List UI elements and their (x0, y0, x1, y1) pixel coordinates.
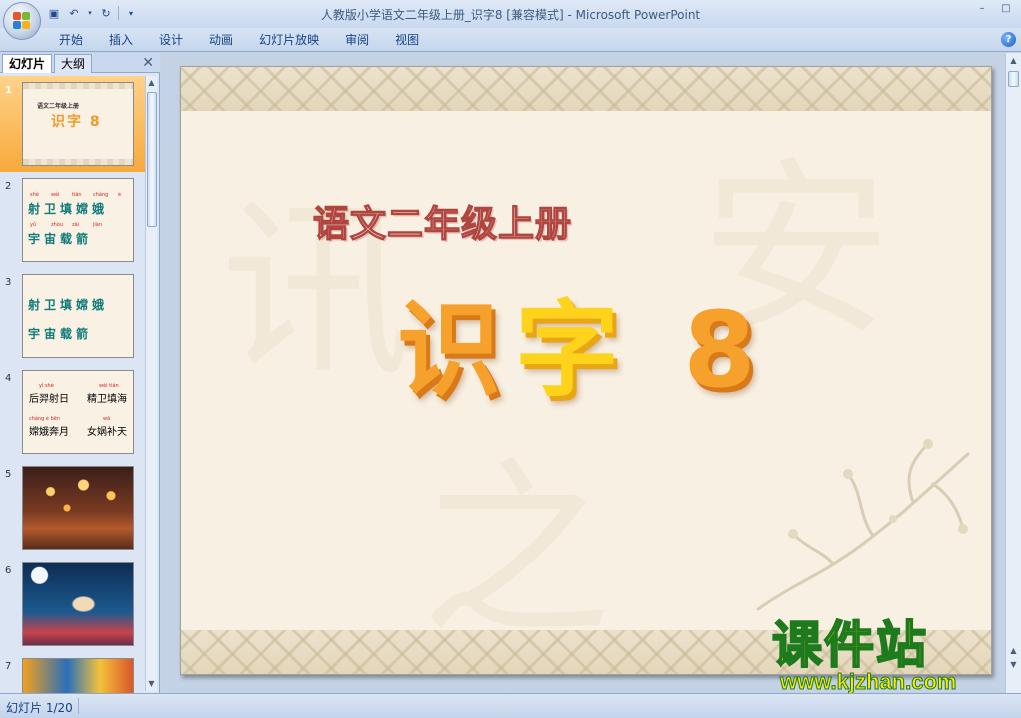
pinyin-label: zhòu (51, 222, 64, 228)
slide-number: 7 (5, 661, 12, 672)
pinyin-label: wā (103, 416, 111, 422)
plum-branch-decoration (756, 439, 970, 611)
previous-slide-icon[interactable]: ▲ (1008, 645, 1019, 657)
slide-thumbnail-3[interactable]: 3 射卫填嫦娥 宇宙载箭 (0, 268, 145, 364)
thumb-border-band (23, 159, 133, 165)
ribbon-tabs: 开始 插入 设计 动画 幻灯片放映 审阅 视图 (46, 32, 432, 48)
thumbnail-image: 语文二年级上册 识字 8 (22, 82, 134, 166)
illustration-image (23, 659, 133, 693)
background-calligraphy: 讯 (221, 181, 412, 402)
tab-review[interactable]: 审阅 (332, 32, 382, 48)
slide-scrollbar[interactable]: ▲ ▲ ▼ (1005, 53, 1021, 693)
tab-insert[interactable]: 插入 (96, 32, 146, 48)
thumb-words: 嫦娥奔月 (29, 427, 69, 438)
pinyin-label: zài (72, 222, 80, 228)
tab-home[interactable]: 开始 (46, 32, 96, 48)
slides-panel: 幻灯片 大纲 ✕ 1 语文二年级上册 识字 8 2 shè wèi tián c… (0, 53, 160, 693)
pinyin-label: tián (72, 192, 82, 198)
help-icon[interactable]: ? (1001, 32, 1016, 47)
brand-name: 课件站 (771, 616, 928, 674)
tab-slide-show[interactable]: 幻灯片放映 (246, 32, 332, 48)
scroll-up-icon[interactable]: ▲ (146, 76, 157, 90)
scroll-thumb[interactable] (147, 92, 157, 227)
tab-design[interactable]: 设计 (146, 32, 196, 48)
pinyin-label: yì shè (39, 383, 54, 389)
window-controls: – □ (971, 2, 1017, 16)
slide-thumbnail-6[interactable]: 6 (0, 556, 145, 652)
slide-thumbnail-1[interactable]: 1 语文二年级上册 识字 8 (0, 76, 145, 172)
thumbnail-image: yì shè 后羿射日 wèi tián 精卫填海 cháng é bēn 嫦娥… (22, 370, 134, 454)
thumbnail-image: 射卫填嫦娥 宇宙载箭 (22, 274, 134, 358)
next-slide-icon[interactable]: ▼ (1008, 659, 1019, 671)
title-char-shi: 识 (397, 289, 516, 411)
slide-number: 3 (5, 277, 12, 288)
thumb-border-band (23, 83, 133, 89)
slide-number: 1 (5, 85, 12, 96)
thumb-words: 女娲补天 (87, 427, 127, 438)
tab-animations[interactable]: 动画 (196, 32, 246, 48)
office-logo-icon (13, 12, 31, 30)
slide-thumbnail-5[interactable]: 5 (0, 460, 145, 556)
slide-position-indicator: 幻灯片 1/20 (6, 701, 73, 715)
illustration-image (23, 563, 133, 645)
slide-number: 6 (5, 565, 12, 576)
pinyin-label: jiàn (93, 222, 103, 228)
panel-scrollbar[interactable]: ▲ ▼ (145, 76, 157, 691)
status-bar: 幻灯片 1/20 (0, 693, 1021, 718)
brand-url: www.kjzhan.com (779, 669, 957, 695)
thumb-characters: 射卫填嫦娥 (28, 298, 109, 312)
thumb-characters: 宇宙载箭 (28, 232, 93, 246)
ribbon: 开始 插入 设计 动画 幻灯片放映 审阅 视图 ? (0, 28, 1021, 52)
maximize-button[interactable]: □ (995, 2, 1017, 16)
status-separator (78, 698, 79, 714)
thumb-characters: 宇宙载箭 (28, 327, 93, 341)
pinyin-label: shè (30, 192, 39, 198)
slide-thumbnail-4[interactable]: 4 yì shè 后羿射日 wèi tián 精卫填海 cháng é bēn … (0, 364, 145, 460)
thumb-words: 后羿射日 (29, 394, 69, 405)
thumbnail-image: shè wèi tián cháng é 射卫填嫦娥 yǔ zhòu zài j… (22, 178, 134, 262)
slide-number: 5 (5, 469, 12, 480)
title-char-zi: 字 (515, 289, 634, 411)
thumb-characters: 射卫填嫦娥 (28, 202, 109, 216)
title-bar: ▣ ↶ ▾ ↻ ▾ 人教版小学语文二年级上册_识字8 [兼容模式] - Micr… (0, 0, 1021, 28)
scroll-up-icon[interactable]: ▲ (1006, 53, 1021, 69)
pinyin-label: é (118, 192, 122, 198)
window-title: 人教版小学语文二年级上册_识字8 [兼容模式] - Microsoft Powe… (320, 8, 701, 22)
thumbnail-image (22, 658, 134, 693)
pinyin-label: cháng é bēn (29, 416, 60, 422)
slide-thumbnail-2[interactable]: 2 shè wèi tián cháng é 射卫填嫦娥 yǔ zhòu zài… (0, 172, 145, 268)
slide-title[interactable]: 识字 8 (397, 265, 770, 416)
watermark-logo: 课件站 www.kjzhan.com (771, 616, 1004, 695)
pinyin-label: wèi (51, 192, 60, 198)
pinyin-label: cháng (93, 192, 109, 198)
slide-editor: 讯 安 之 语文二年级上册 识字 8 ▲ ▲ ▼ (161, 53, 1021, 693)
thumbnail-image (22, 562, 134, 646)
illustration-image (23, 467, 133, 549)
tab-view[interactable]: 视图 (382, 32, 432, 48)
close-icon[interactable]: ✕ (142, 55, 154, 71)
thumbnail-image (22, 466, 134, 550)
panel-tabs: 幻灯片 大纲 ✕ (0, 53, 160, 73)
slide-subtitle[interactable]: 语文二年级上册 (312, 195, 572, 247)
thumb-words: 精卫填海 (87, 394, 127, 405)
slide-thumbnails: 1 语文二年级上册 识字 8 2 shè wèi tián cháng é 射卫… (0, 74, 145, 693)
current-slide[interactable]: 讯 安 之 语文二年级上册 识字 8 (180, 66, 992, 675)
thumb-title: 识字 8 (51, 114, 102, 130)
tab-slides[interactable]: 幻灯片 (2, 54, 53, 73)
title-number: 8 (683, 289, 770, 411)
slide-number: 4 (5, 373, 12, 384)
minimize-button[interactable]: – (971, 2, 993, 16)
slide-thumbnail-7[interactable]: 7 (0, 652, 145, 693)
scroll-thumb[interactable] (1008, 71, 1019, 87)
tab-outline[interactable]: 大纲 (54, 54, 93, 73)
scroll-down-icon[interactable]: ▼ (146, 677, 157, 691)
office-button[interactable] (3, 2, 41, 40)
pinyin-label: yǔ (30, 222, 37, 228)
slide-number: 2 (5, 181, 12, 192)
pinyin-label: wèi tián (99, 383, 119, 389)
thumb-subtitle: 语文二年级上册 (37, 103, 80, 110)
